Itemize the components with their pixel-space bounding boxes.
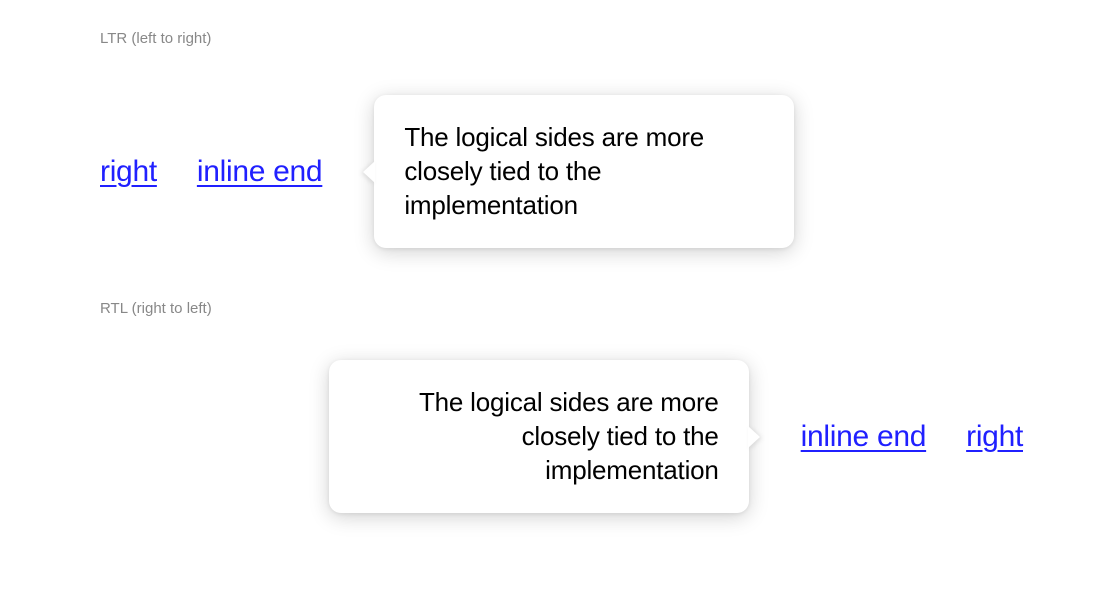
link-right[interactable]: right <box>100 155 157 189</box>
tooltip-text: The logical sides are more closely tied … <box>374 95 794 248</box>
link-right[interactable]: right <box>966 420 1023 454</box>
tooltip-container-rtl: The logical sides are more closely tied … <box>329 360 749 513</box>
tooltip-container-ltr: The logical sides are more closely tied … <box>374 95 794 248</box>
example-row-rtl: right inline end The logical sides are m… <box>329 360 1023 513</box>
tooltip-arrow-icon <box>363 161 375 183</box>
link-inline-end[interactable]: inline end <box>197 155 322 189</box>
tooltip-arrow-icon <box>748 426 760 448</box>
section-label-ltr: LTR (left to right) <box>100 30 211 47</box>
example-row-ltr: right inline end The logical sides are m… <box>100 95 794 248</box>
link-inline-end[interactable]: inline end <box>801 420 926 454</box>
section-label-rtl: RTL (right to left) <box>100 300 212 317</box>
tooltip-text: The logical sides are more closely tied … <box>329 360 749 513</box>
